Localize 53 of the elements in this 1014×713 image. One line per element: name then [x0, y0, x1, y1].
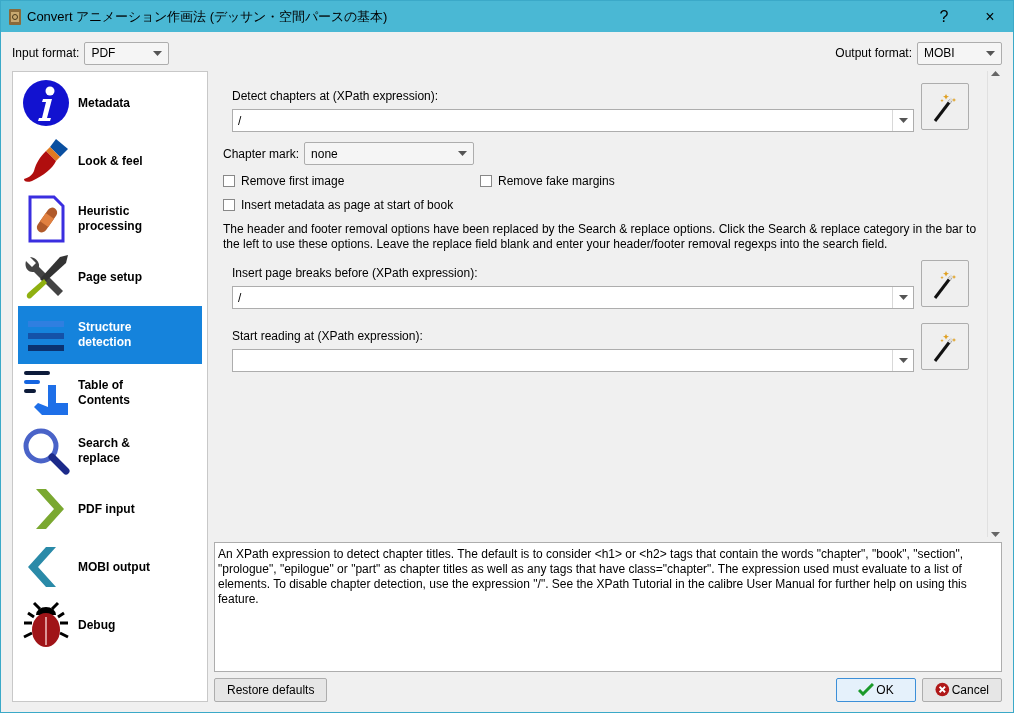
detect-chapters-label: Detect chapters at (XPath expression): — [232, 89, 440, 103]
info-icon — [22, 79, 70, 127]
category-item[interactable]: Table of Contents — [18, 364, 202, 422]
category-item[interactable]: Look & feel — [18, 132, 202, 190]
cancel-icon — [935, 682, 950, 697]
category-item[interactable]: Structure detection — [18, 306, 202, 364]
dropdown-arrow-icon — [458, 151, 468, 156]
category-item[interactable]: Page setup — [18, 248, 202, 306]
book-icon — [9, 8, 21, 25]
restore-defaults-button[interactable]: Restore defaults — [214, 677, 328, 702]
close-button[interactable]: × — [967, 1, 1013, 32]
window-title: Convert アニメーション作画法 (デッサン・空間パースの基本) — [27, 7, 389, 26]
input-format-dropdown[interactable]: PDF — [84, 41, 170, 65]
input-format-label: Input format: — [12, 46, 80, 60]
checkmark-icon — [858, 683, 875, 696]
dropdown-arrow-icon — [898, 118, 908, 123]
wizard-button[interactable] — [921, 260, 969, 307]
dropdown-arrow-icon — [986, 50, 995, 56]
category-item[interactable]: Search & replace — [18, 422, 202, 480]
output-format-dropdown[interactable]: MOBI — [917, 41, 1002, 65]
dropdown-arrow-icon — [898, 358, 908, 363]
start-reading-label: Start reading at (XPath expression): — [232, 329, 424, 343]
checkbox[interactable]: Remove first image — [223, 174, 480, 188]
dropdown-arrow-icon — [153, 50, 163, 56]
dropdown-arrow-icon — [898, 295, 908, 300]
category-item[interactable]: Debug — [18, 596, 202, 654]
scrollbar[interactable] — [987, 71, 1002, 537]
help-button[interactable]: ? — [921, 1, 967, 32]
chapter-mark-dropdown[interactable]: none — [304, 142, 475, 165]
checkbox[interactable]: Remove fake margins — [480, 174, 969, 188]
cancel-button[interactable]: Cancel — [922, 677, 1002, 702]
scroll-up-icon[interactable] — [990, 71, 1000, 76]
start-reading-combo-field[interactable] — [232, 349, 914, 372]
output-format-label: Output format: — [835, 46, 912, 60]
ok-button[interactable]: OK — [836, 677, 916, 702]
chapter-mark-label: Chapter mark: — [223, 146, 300, 161]
wizard-button[interactable] — [921, 323, 969, 370]
scroll-down-icon[interactable] — [990, 532, 1000, 537]
page-breaks-label: Insert page breaks before (XPath expression): — [232, 266, 479, 280]
category-item[interactable]: MOBI output — [18, 538, 202, 596]
category-item[interactable]: Heuristic processing — [18, 190, 202, 248]
detect-chapters-combo-field[interactable]: / — [232, 109, 914, 132]
paintbrush-icon — [22, 137, 70, 185]
page-breaks-combo-field[interactable]: / — [232, 286, 914, 309]
info-text: The header and footer removal options have been replaced by the Search & replace options. Click the Search & replace category in the bar to the left to use these options. Leave the replace field blank and enter your header/footer removal regexps into the search field. — [223, 222, 978, 252]
help-text: An XPath expression to detect chapter titles. The default is to consider <h1> or <h2> tags that contain the words "chapter", "book", "section", "prologue", "epilogue" or "part" as chapter titles as well as any tags that have class="chapter". The expression used must evaluate to a list of elements. To disable chapter detection, use the expression "/". See the XPath Tutorial in the calibre User Manual for further help on using this feature. — [214, 542, 1002, 672]
checkbox[interactable]: Insert metadata as page at start of book — [223, 198, 480, 212]
search-icon — [22, 427, 70, 475]
category-item[interactable]: Metadata — [18, 74, 202, 132]
category-item[interactable]: PDF input — [18, 480, 202, 538]
list-hand-icon — [22, 369, 70, 417]
bug-icon — [22, 601, 70, 649]
wizard-button[interactable] — [921, 83, 969, 130]
